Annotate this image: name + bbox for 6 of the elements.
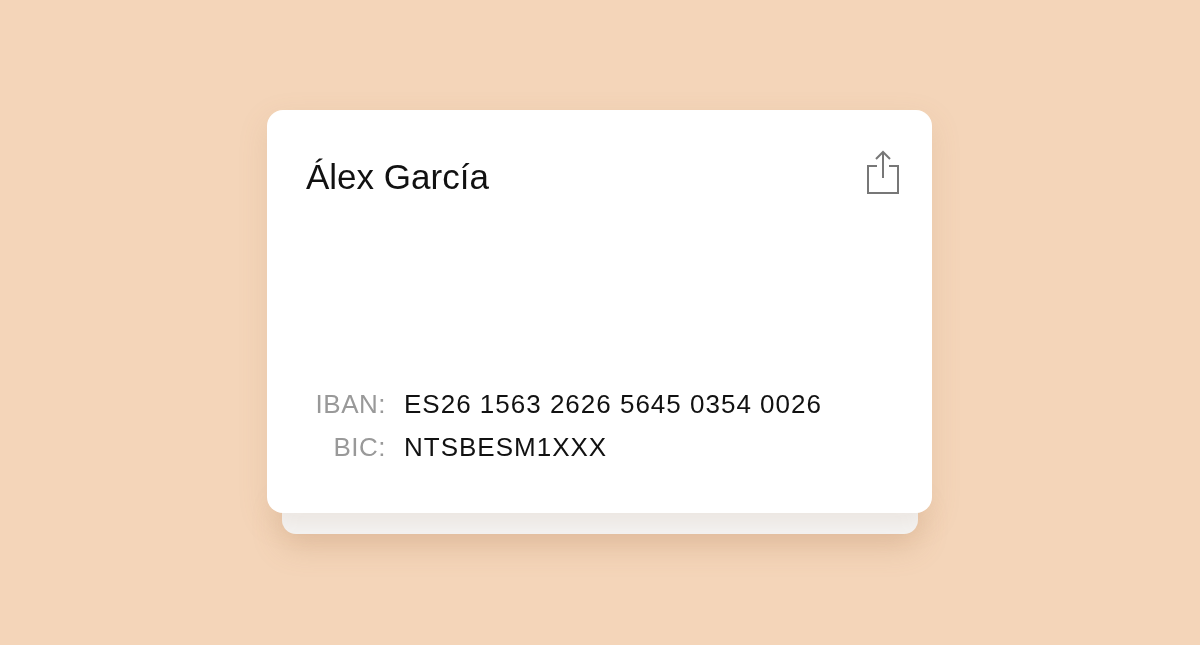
field-label: IBAN: bbox=[314, 389, 386, 420]
field-value: NTSBESM1XXX bbox=[404, 432, 609, 463]
share-icon[interactable] bbox=[865, 149, 901, 195]
account-holder-name: Álex García bbox=[306, 157, 489, 197]
field-value: ES26 1563 2626 5645 0354 0026 bbox=[404, 389, 823, 420]
field-label: BIC: bbox=[332, 432, 386, 463]
